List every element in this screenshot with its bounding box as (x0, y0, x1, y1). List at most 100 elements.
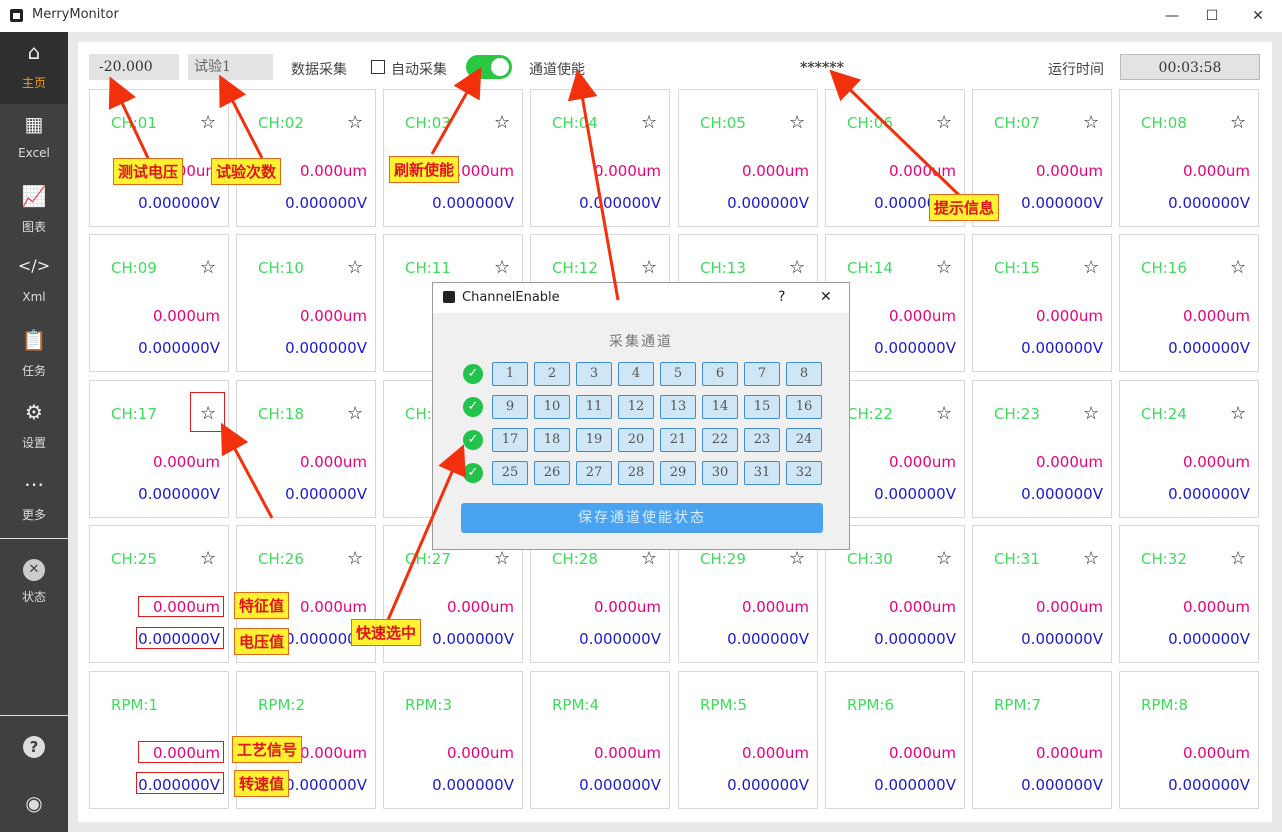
channel-toggle-button[interactable]: 4 (618, 362, 654, 386)
star-icon[interactable]: ☆ (641, 112, 657, 133)
star-icon[interactable]: ☆ (200, 257, 216, 278)
feature-value: 0.000um (1035, 162, 1103, 180)
channel-toggle-button[interactable]: 18 (534, 428, 570, 452)
callout-test-voltage: 测试电压 (113, 158, 184, 185)
channel-toggle-button[interactable]: 11 (576, 395, 612, 419)
star-icon[interactable]: ☆ (347, 112, 363, 133)
star-icon[interactable]: ☆ (1230, 403, 1246, 424)
channel-toggle-button[interactable]: 8 (786, 362, 822, 386)
star-icon[interactable]: ☆ (347, 548, 363, 569)
maximize-button[interactable]: ☐ (1202, 6, 1222, 26)
star-icon[interactable]: ☆ (347, 257, 363, 278)
channel-toggle-button[interactable]: 23 (744, 428, 780, 452)
star-icon[interactable]: ☆ (1083, 112, 1099, 133)
channel-toggle-button[interactable]: 10 (534, 395, 570, 419)
channel-toggle-button[interactable]: 22 (702, 428, 738, 452)
star-icon[interactable]: ☆ (789, 112, 805, 133)
star-icon[interactable]: ☆ (641, 548, 657, 569)
channel-toggle-button[interactable]: 14 (702, 395, 738, 419)
sidebar-item-more[interactable]: ⋯ 更多 (0, 464, 68, 536)
row-select-check-icon[interactable]: ✓ (463, 397, 483, 417)
channel-toggle-button[interactable]: 19 (576, 428, 612, 452)
feature-value: 0.000um (152, 453, 220, 471)
star-icon[interactable]: ☆ (494, 112, 510, 133)
channel-toggle-button[interactable]: 16 (786, 395, 822, 419)
star-icon[interactable]: ☆ (1083, 403, 1099, 424)
row-select-check-icon[interactable]: ✓ (463, 364, 483, 384)
trial-count-field[interactable]: 试验1 (188, 54, 273, 80)
save-channel-enable-button[interactable]: 保存通道使能状态 (461, 503, 823, 533)
star-icon[interactable]: ☆ (936, 403, 952, 424)
star-icon[interactable]: ☆ (936, 548, 952, 569)
channel-toggle-button[interactable]: 25 (492, 461, 528, 485)
channel-toggle-button[interactable]: 3 (576, 362, 612, 386)
channel-toggle-button[interactable]: 20 (618, 428, 654, 452)
channel-toggle-button[interactable]: 6 (702, 362, 738, 386)
sidebar-item-status[interactable]: ✕ 状态 (0, 546, 68, 618)
feature-value: 0.000um (1035, 744, 1103, 762)
channel-toggle-button[interactable]: 15 (744, 395, 780, 419)
star-icon[interactable]: ☆ (347, 403, 363, 424)
feature-value: 0.000um (888, 453, 956, 471)
star-icon[interactable]: ☆ (1230, 112, 1246, 133)
channel-toggle-button[interactable]: 32 (786, 461, 822, 485)
star-icon[interactable]: ☆ (1230, 548, 1246, 569)
channel-toggle-button[interactable]: 13 (660, 395, 696, 419)
callout-trial-count: 试验次数 (211, 158, 282, 185)
channel-toggle-button[interactable]: 21 (660, 428, 696, 452)
channel-toggle-button[interactable]: 29 (660, 461, 696, 485)
dialog-help-button[interactable]: ? (778, 289, 785, 305)
gear-icon: ⚙ (25, 400, 43, 424)
channel-toggle-button[interactable]: 30 (702, 461, 738, 485)
refresh-enable-toggle[interactable] (466, 55, 512, 79)
help-icon[interactable]: ? (23, 736, 45, 758)
camera-icon[interactable]: ◉ (23, 792, 45, 814)
channel-toggle-button[interactable]: 26 (534, 461, 570, 485)
star-icon[interactable]: ☆ (1230, 257, 1246, 278)
star-icon[interactable]: ☆ (789, 548, 805, 569)
sidebar-item-excel[interactable]: ▦ Excel (0, 104, 68, 176)
row-select-check-icon[interactable]: ✓ (463, 430, 483, 450)
channel-card: CH:23 ☆ 0.000um 0.000000V (972, 380, 1112, 518)
sidebar-item-xml[interactable]: </> Xml (0, 248, 68, 320)
channel-toggle-button[interactable]: 5 (660, 362, 696, 386)
channel-card: RPM:5 0.000um 0.000000V (678, 671, 818, 809)
callout-hint-info: 提示信息 (929, 194, 1000, 221)
sidebar-item-settings[interactable]: ⚙ 设置 (0, 392, 68, 464)
star-icon[interactable]: ☆ (200, 112, 216, 133)
star-icon[interactable]: ☆ (494, 548, 510, 569)
channel-toggle-button[interactable]: 28 (618, 461, 654, 485)
star-icon[interactable]: ☆ (494, 257, 510, 278)
channel-card: CH:32 ☆ 0.000um 0.000000V (1119, 525, 1259, 663)
star-icon[interactable]: ☆ (936, 257, 952, 278)
channel-toggle-button[interactable]: 9 (492, 395, 528, 419)
data-collect-button[interactable]: 数据采集 (291, 59, 347, 79)
channel-toggle-button[interactable]: 24 (786, 428, 822, 452)
star-icon[interactable]: ☆ (641, 257, 657, 278)
channel-toggle-button[interactable]: 12 (618, 395, 654, 419)
channel-toggle-button[interactable]: 1 (492, 362, 528, 386)
test-voltage-field[interactable]: -20.000 (89, 54, 179, 80)
channel-toggle-button[interactable]: 31 (744, 461, 780, 485)
sidebar-divider (0, 538, 68, 539)
channel-name: CH:16 (1141, 259, 1187, 277)
sidebar-item-chart[interactable]: 📈 图表 (0, 176, 68, 248)
star-icon[interactable]: ☆ (936, 112, 952, 133)
sidebar-item-label: 设置 (21, 436, 46, 450)
close-button[interactable]: ✕ (1248, 6, 1268, 26)
star-icon[interactable]: ☆ (1083, 257, 1099, 278)
sidebar-item-home[interactable]: ⌂ 主页 (0, 32, 68, 104)
auto-collect-checkbox[interactable] (371, 60, 385, 74)
row-select-check-icon[interactable]: ✓ (463, 463, 483, 483)
sidebar-item-task[interactable]: 📋 任务 (0, 320, 68, 392)
channel-toggle-button[interactable]: 2 (534, 362, 570, 386)
channel-enable-button[interactable]: 通道使能 (529, 59, 585, 79)
star-icon[interactable]: ☆ (1083, 548, 1099, 569)
channel-toggle-button[interactable]: 17 (492, 428, 528, 452)
channel-toggle-button[interactable]: 27 (576, 461, 612, 485)
channel-toggle-button[interactable]: 7 (744, 362, 780, 386)
minimize-button[interactable]: — (1162, 6, 1182, 26)
star-icon[interactable]: ☆ (200, 548, 216, 569)
dialog-close-button[interactable]: ✕ (820, 289, 832, 305)
star-icon[interactable]: ☆ (789, 257, 805, 278)
